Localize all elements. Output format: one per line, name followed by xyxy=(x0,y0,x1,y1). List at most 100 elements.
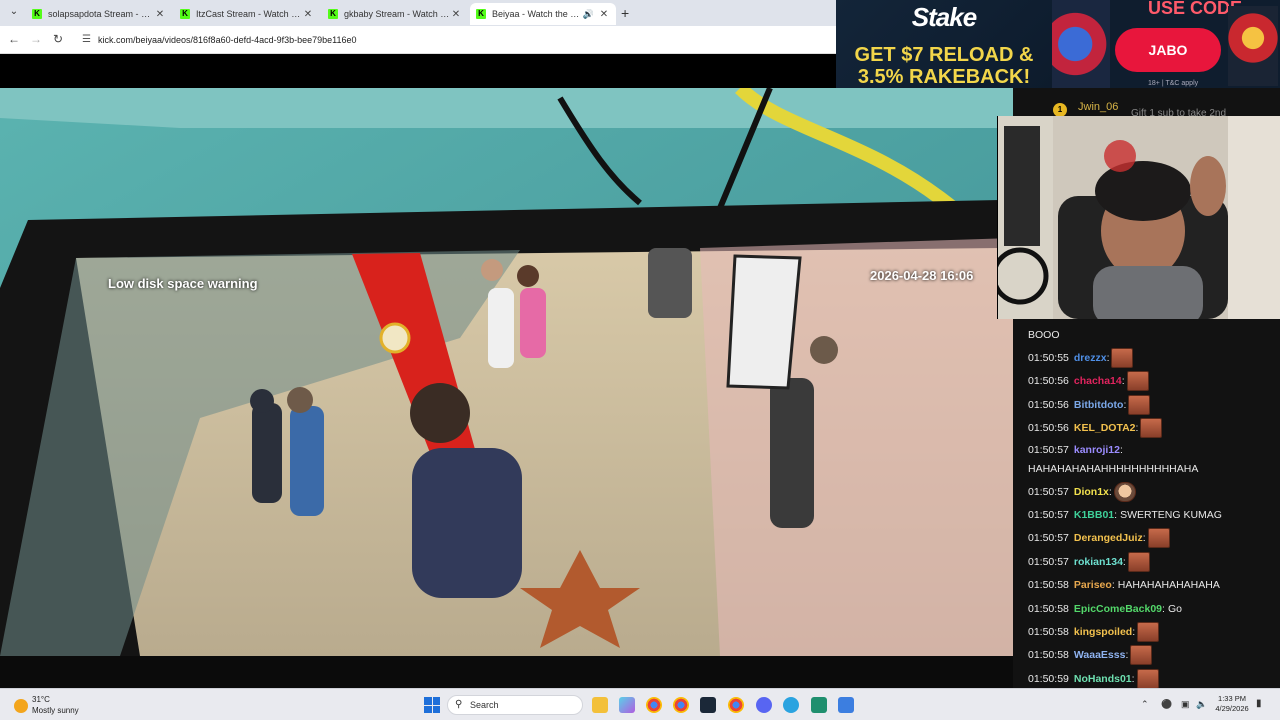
chat-separator: : xyxy=(1119,443,1123,456)
chat-timestamp: 01:50:58 xyxy=(1028,649,1069,662)
chat-separator: : xyxy=(1125,649,1129,662)
speaker-icon[interactable]: 🔊 xyxy=(583,9,594,20)
close-icon[interactable]: ✕ xyxy=(302,9,314,20)
chat-username[interactable]: drezzx xyxy=(1074,352,1107,364)
forward-icon[interactable]: → xyxy=(28,32,44,46)
speaker-icon[interactable]: 🔈 xyxy=(1196,699,1207,710)
app-icon[interactable] xyxy=(811,697,827,713)
chat-message: 01:50:56 chacha14: xyxy=(1028,370,1268,393)
chat-username[interactable]: WaaaEsss xyxy=(1074,649,1126,661)
chat-text: SWERTENG KUMAG xyxy=(1120,509,1222,522)
chat-emote-icon xyxy=(1130,645,1153,666)
chat-text: HAHAHAHAHAHAHA xyxy=(1117,579,1220,592)
search-icon: ⚲ xyxy=(455,699,463,710)
chat-username[interactable]: kingspoiled xyxy=(1074,626,1132,638)
chat-separator: : xyxy=(1123,398,1127,411)
chat-emote-icon xyxy=(1136,668,1159,689)
chevron-up-icon[interactable]: ⌃ xyxy=(1141,699,1149,710)
gifter-rank-badge: 1 xyxy=(1053,103,1067,117)
chat-username[interactable]: chacha14 xyxy=(1074,375,1122,387)
reload-icon[interactable]: ↻ xyxy=(50,32,66,46)
tune-icon[interactable]: ☰ xyxy=(82,30,91,50)
chat-username[interactable]: Dion1x xyxy=(1074,486,1109,498)
chat-username[interactable]: KEL_DOTA2 xyxy=(1074,422,1136,434)
chat-message: 01:50:57 Dion1x: xyxy=(1028,480,1268,503)
chat-username[interactable]: NoHands01 xyxy=(1074,673,1132,685)
telegram-icon[interactable] xyxy=(783,697,799,713)
chat-separator: : xyxy=(1142,532,1146,545)
close-icon[interactable]: ✕ xyxy=(598,9,610,20)
weather-description[interactable]: Mostly sunny xyxy=(32,706,79,715)
file-explorer-icon[interactable] xyxy=(592,697,608,713)
network-icon[interactable]: ▣ xyxy=(1181,699,1190,710)
new-tab-button[interactable]: + xyxy=(621,5,629,21)
kick-favicon-icon: K xyxy=(32,9,42,19)
chat-message: 01:50:56 Bitbitdoto: xyxy=(1028,393,1268,416)
chat-username[interactable]: Pariseo xyxy=(1074,579,1112,591)
chat-message: 01:50:58 EpicComeBack09: Go xyxy=(1028,597,1268,620)
taskbar-clock[interactable]: 1:33 PM 4/29/2026 xyxy=(1211,694,1253,714)
ad-right-panel: USE CODE JABO 18+ | T&C apply xyxy=(1110,0,1280,88)
chat-text: Go xyxy=(1167,602,1182,615)
notification-icon[interactable]: ▮ xyxy=(1256,698,1262,709)
copilot-icon[interactable] xyxy=(619,697,635,713)
chat-emote-icon xyxy=(1137,621,1160,642)
ad-code-button[interactable]: JABO xyxy=(1115,28,1221,72)
chat-separator: : xyxy=(1131,672,1135,685)
kick-favicon-icon: K xyxy=(476,9,486,19)
cctv-warning-overlay: Low disk space warning xyxy=(108,276,258,291)
chat-separator: : xyxy=(1108,485,1112,498)
chat-username[interactable]: DerangedJuiz xyxy=(1074,532,1143,544)
chat-separator: : xyxy=(1135,422,1139,435)
url-input[interactable]: ☰ kick.com/beiyaa/videos/816f8a60-defd-4… xyxy=(76,30,832,50)
chat-message: 01:50:56 KEL_DOTA2: xyxy=(1028,417,1268,440)
close-icon[interactable]: ✕ xyxy=(450,9,462,20)
chat-timestamp: 01:50:56 xyxy=(1028,422,1069,435)
chat-emote-icon xyxy=(1127,551,1150,572)
chat-timestamp: 01:50:57 xyxy=(1028,532,1069,545)
ad-brand-logo: Stake xyxy=(911,2,977,32)
discord-icon[interactable] xyxy=(756,697,772,713)
photos-icon[interactable] xyxy=(838,697,854,713)
video-player[interactable]: Low disk space warning 2026-04-28 16:06 xyxy=(0,88,1013,656)
weather-sun-icon[interactable] xyxy=(14,699,28,713)
chat-emote-icon xyxy=(1126,371,1149,392)
tab-itzcast[interactable]: K ItzCast Stream - Watch Live on Kick ✕ xyxy=(174,3,320,25)
screen: ⌄ K solapsapdota Stream - Watch Live on … xyxy=(0,0,1280,720)
tab-title: ItzCast Stream - Watch Live on Kick xyxy=(196,9,302,19)
chat-username[interactable]: rokian134 xyxy=(1074,556,1123,568)
chevron-down-icon[interactable]: ⌄ xyxy=(6,4,22,20)
tab-title: Beiyaa - Watch the VOD on Kick xyxy=(492,9,583,19)
windows-icon[interactable] xyxy=(424,697,440,713)
chrome-icon[interactable] xyxy=(646,697,662,713)
url-text: kick.com/beiyaa/videos/816f8a60-defd-4ac… xyxy=(98,35,357,45)
chrome-profile-icon[interactable] xyxy=(673,697,689,713)
close-icon[interactable]: ✕ xyxy=(154,9,166,20)
tab-solapsapdota[interactable]: K solapsapdota Stream - Watch Live on Ki… xyxy=(26,3,172,25)
steam-icon[interactable] xyxy=(700,697,716,713)
chat-username[interactable]: kanroji12 xyxy=(1074,444,1120,456)
pinned-gifter-username[interactable]: Jwin_06 xyxy=(1078,101,1118,113)
chat-message-list: BOOO 01:50:55 drezzx:01:50:56 chacha14:01:5… xyxy=(1028,323,1268,690)
chat-separator: : xyxy=(1111,579,1115,592)
cctv-timestamp-overlay: 2026-04-28 16:06 xyxy=(870,268,974,283)
chat-separator: : xyxy=(1106,352,1110,365)
chat-message: 01:50:57 K1BB01: SWERTENG KUMAG xyxy=(1028,503,1268,526)
tab-gkbaby[interactable]: K gkbaby Stream - Watch Live on Kick ✕ xyxy=(322,3,468,25)
back-icon[interactable]: ← xyxy=(6,32,22,46)
microphone-icon[interactable]: ⚫ xyxy=(1161,699,1172,710)
weather-temperature[interactable]: 31°C xyxy=(32,695,50,704)
chrome-active-icon[interactable] xyxy=(728,697,744,713)
chat-text: BOOO xyxy=(1028,328,1060,341)
tab-beiyaa[interactable]: K Beiyaa - Watch the VOD on Kick 🔊 ✕ xyxy=(470,3,616,25)
chat-username[interactable]: K1BB01 xyxy=(1074,509,1114,521)
chat-separator: : xyxy=(1132,625,1136,638)
ad-banner[interactable]: Stake GET $7 RELOAD & 3.5% RAKEBACK! USE… xyxy=(836,0,1280,88)
address-bar: ← → ↻ ☰ kick.com/beiyaa/videos/816f8a60-… xyxy=(0,26,836,54)
chat-username[interactable]: Bitbitdoto xyxy=(1074,399,1124,411)
video-frame xyxy=(0,88,1013,656)
chat-username[interactable]: EpicComeBack09 xyxy=(1074,603,1162,615)
taskbar-search-box[interactable]: ⚲ Search xyxy=(447,695,583,715)
chat-timestamp: 01:50:55 xyxy=(1028,352,1069,365)
chat-emote-icon xyxy=(1128,394,1151,415)
